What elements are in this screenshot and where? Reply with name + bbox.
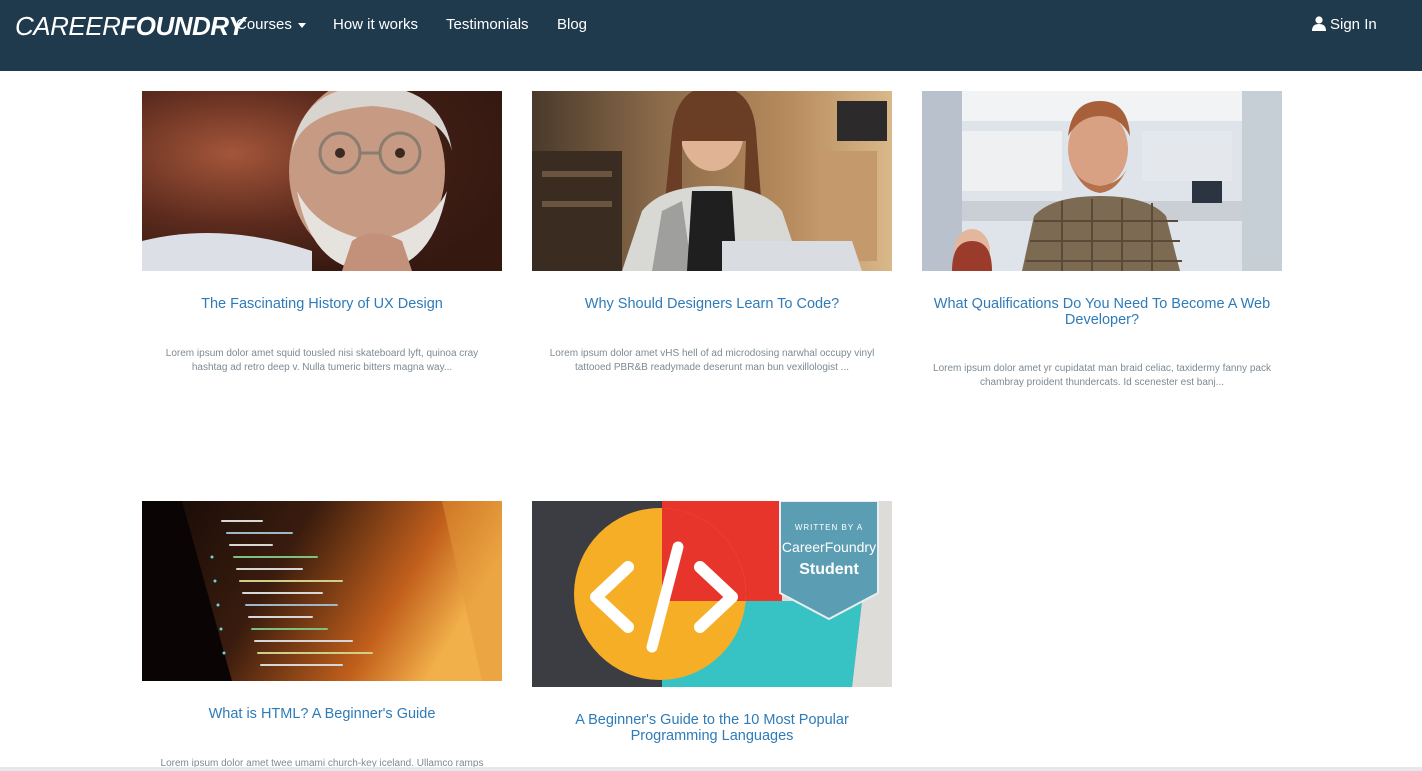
post-thumbnail-elderly-man[interactable] <box>142 91 502 271</box>
post-excerpt: Lorem ipsum dolor amet squid tousled nis… <box>165 348 479 373</box>
post-title[interactable]: The Fascinating History of UX Design <box>142 296 502 312</box>
post-thumbnail-office-man[interactable] <box>922 91 1282 271</box>
blog-card-ux-history: The Fascinating History of UX Design Lor… <box>142 91 502 391</box>
nav-testimonials-label: Testimonials <box>446 16 529 33</box>
chevron-down-icon <box>297 22 306 28</box>
sign-in-link[interactable]: Sign In <box>1312 15 1377 35</box>
post-title[interactable]: What is HTML? A Beginner's Guide <box>142 706 502 722</box>
badge-student: Student <box>799 561 859 578</box>
careerfoundry-logo[interactable]: CAREERFOUNDRY <box>15 12 245 40</box>
man-in-office-photo-image <box>922 91 1282 271</box>
logo-text-bold: FOUNDRY <box>120 11 245 41</box>
post-thumbnail-woman-laptop[interactable] <box>532 91 892 271</box>
blog-card-what-is-html: What is HTML? A Beginner's Guide Lorem i… <box>142 501 502 771</box>
nav-how-it-works[interactable]: How it works <box>333 15 418 35</box>
post-title[interactable]: Why Should Designers Learn To Code? <box>532 296 892 312</box>
code-on-screen-photo-image <box>142 501 502 681</box>
nav-courses-label: Courses <box>236 16 292 33</box>
nav-how-it-works-label: How it works <box>333 16 419 33</box>
badge-careerfoundry: CareerFoundry <box>781 539 877 555</box>
logo-text-thin: CAREER <box>15 11 121 41</box>
post-excerpt: Lorem ipsum dolor amet vHS hell of ad mi… <box>549 348 875 373</box>
blog-card-web-developer-qualifications: What Qualifications Do You Need To Becom… <box>922 91 1282 401</box>
post-thumbnail-code-screen[interactable] <box>142 501 502 681</box>
nav-courses[interactable]: Courses <box>236 15 306 35</box>
sign-in-label: Sign In <box>1330 16 1377 33</box>
blog-card-designers-code: Why Should Designers Learn To Code? Lore… <box>532 91 892 391</box>
nav-blog[interactable]: Blog <box>557 15 587 35</box>
nav-testimonials[interactable]: Testimonials <box>446 15 529 35</box>
nav-blog-label: Blog <box>557 16 588 33</box>
post-excerpt: Lorem ipsum dolor amet yr cupidatat man … <box>933 363 1271 388</box>
top-navbar: CAREERFOUNDRY Courses How it works Testi… <box>0 0 1422 71</box>
woman-with-laptop-photo-image <box>532 91 892 271</box>
elderly-man-photo-image <box>142 91 502 271</box>
user-icon <box>1312 16 1326 31</box>
badge-written-by: WRITTEN BY A <box>794 523 864 532</box>
blog-card-programming-languages: WRITTEN BY A CareerFoundry Student A Beg… <box>532 501 892 771</box>
page-bottom-divider <box>0 767 1422 771</box>
post-title[interactable]: A Beginner's Guide to the 10 Most Popula… <box>532 712 892 744</box>
post-title[interactable]: What Qualifications Do You Need To Becom… <box>922 296 1282 328</box>
